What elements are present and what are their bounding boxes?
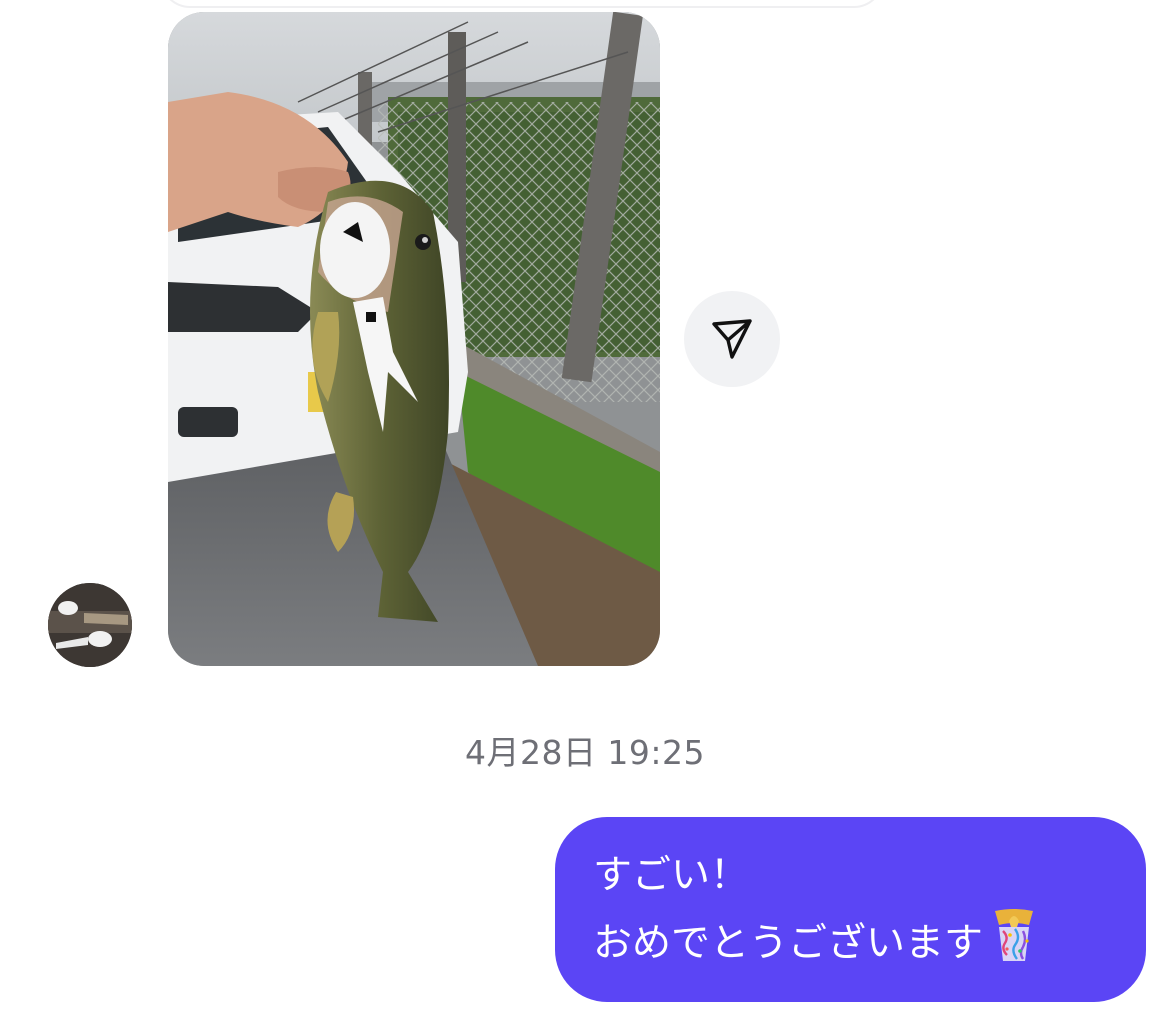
- message-line-1: すごい！: [593, 853, 750, 898]
- message-line-2: おめでとうございます: [593, 921, 984, 966]
- previous-message-bubble[interactable]: [160, 0, 884, 8]
- send-icon: [712, 319, 752, 359]
- incoming-photo-message[interactable]: [168, 12, 660, 666]
- message-timestamp: 4月28日 19:25: [464, 733, 706, 772]
- share-button[interactable]: [684, 291, 780, 387]
- message-line-2-wrapper: おめでとうございます: [593, 907, 1108, 984]
- chat-thread: 4月28日 19:25 すごい！ おめでとうございます: [0, 0, 1170, 1013]
- party-popper-icon: [985, 907, 1043, 984]
- fish-photo: [168, 12, 660, 666]
- outgoing-message-bubble[interactable]: すごい！ おめでとうございます: [555, 817, 1146, 1002]
- sender-avatar[interactable]: [48, 583, 132, 667]
- avatar-image: [48, 583, 132, 667]
